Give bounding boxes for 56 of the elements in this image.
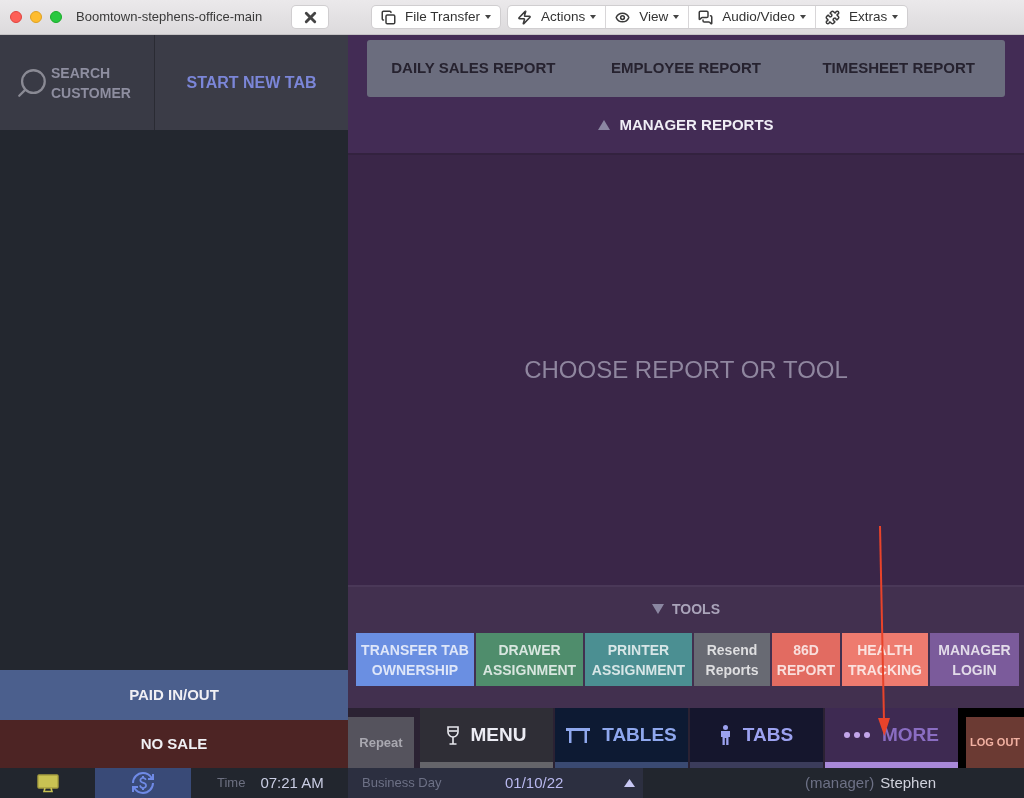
- triangle-down-icon: [652, 604, 664, 614]
- caret-icon: [892, 15, 899, 19]
- user-name: Stephen: [880, 772, 937, 793]
- table-icon: [566, 727, 591, 743]
- placeholder-message: CHOOSE REPORT OR TOOL: [524, 355, 848, 385]
- tool-button[interactable]: 86D REPORT: [772, 633, 840, 686]
- business-day-value: 01/10/22: [505, 772, 564, 793]
- eye-icon: [615, 9, 631, 25]
- nav-tab[interactable]: TABS: [690, 708, 823, 768]
- triangle-up-icon: [624, 779, 635, 787]
- tool-button[interactable]: Resend Reports: [694, 633, 770, 686]
- toolbar-menu-button[interactable]: Extras: [814, 6, 908, 28]
- paid-in-out-button[interactable]: PAID IN/OUT: [0, 670, 348, 720]
- window-minimize-button[interactable]: [30, 11, 42, 23]
- tool-button[interactable]: PRINTER ASSIGNMENT: [585, 633, 692, 686]
- time-value: 07:21 AM: [260, 772, 324, 793]
- puzzle-icon: [824, 9, 840, 25]
- tool-button[interactable]: MANAGER LOGIN: [930, 633, 1019, 686]
- toolbar-menu-button[interactable]: Audio/Video: [688, 6, 815, 28]
- nav-tab[interactable]: MORE: [825, 708, 958, 768]
- business-day-bar[interactable]: Business Day 01/10/22: [348, 768, 643, 798]
- manager-reports-header[interactable]: MANAGER REPORTS: [619, 113, 774, 137]
- caret-icon: [590, 15, 597, 19]
- caret-icon: [485, 15, 492, 19]
- repeat-button[interactable]: Repeat: [348, 717, 414, 768]
- user-role: (manager): [805, 772, 875, 793]
- currency-exchange-icon[interactable]: [131, 771, 155, 795]
- window-close-button[interactable]: [10, 11, 22, 23]
- nav-tab[interactable]: TABLES: [555, 708, 688, 768]
- report-button[interactable]: TIMESHEET REPORT: [792, 40, 1005, 97]
- wine-glass-icon: [446, 725, 459, 745]
- time-label: Time: [217, 774, 246, 793]
- close-session-button[interactable]: [292, 6, 328, 28]
- caret-icon: [799, 15, 806, 19]
- no-sale-button[interactable]: NO SALE: [0, 720, 348, 768]
- window-zoom-button[interactable]: [50, 11, 62, 23]
- tool-button[interactable]: TRANSFER TAB OWNERSHIP: [356, 633, 474, 686]
- triangle-up-icon: [598, 120, 611, 130]
- log-out-button[interactable]: LOG OUT: [966, 717, 1024, 768]
- business-day-label: Business Day: [362, 774, 443, 793]
- toolbar-menu-button[interactable]: Actions: [508, 6, 606, 28]
- copy-icon: [381, 9, 396, 25]
- toolbar-menu-button[interactable]: File Transfer: [372, 6, 501, 28]
- nav-tab[interactable]: MENU: [420, 708, 553, 768]
- dots-icon: [844, 732, 870, 738]
- report-button[interactable]: EMPLOYEE REPORT: [579, 40, 793, 97]
- tool-button[interactable]: DRAWER ASSIGNMENT: [476, 633, 583, 686]
- lightning-icon: [517, 9, 533, 25]
- tools-header[interactable]: TOOLS: [672, 598, 720, 620]
- window-title: Boomtown-stephens-office-main: [76, 8, 264, 27]
- monitor-icon[interactable]: [36, 773, 59, 793]
- caret-icon: [673, 15, 680, 19]
- chat-icon: [698, 9, 714, 25]
- person-icon: [719, 725, 731, 745]
- report-button[interactable]: DAILY SALES REPORT: [367, 40, 580, 97]
- toolbar-menu-button[interactable]: View: [605, 6, 689, 28]
